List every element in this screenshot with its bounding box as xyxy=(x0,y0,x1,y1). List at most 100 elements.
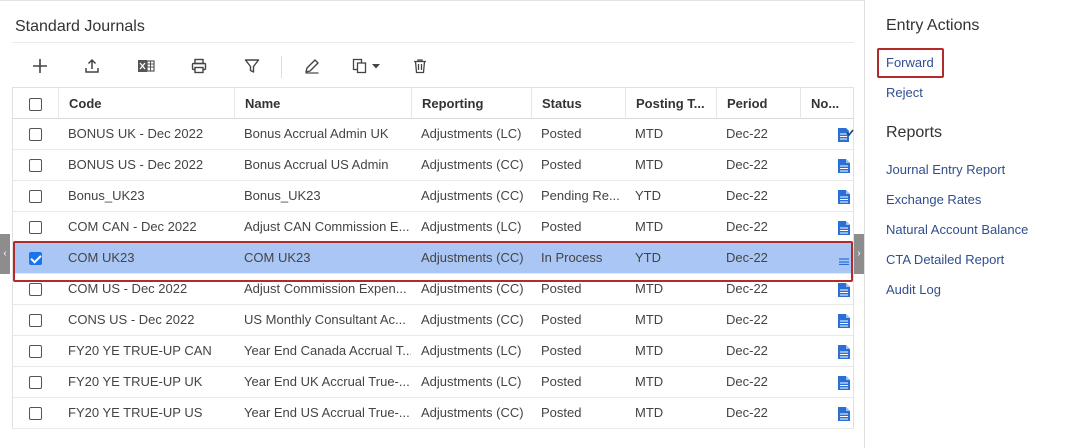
table-row[interactable]: FY20 YE TRUE-UP US Year End US Accrual T… xyxy=(13,398,853,429)
export-excel-button[interactable] xyxy=(130,50,162,82)
cta-detailed-report-link[interactable]: CTA Detailed Report xyxy=(886,252,1004,267)
table-row[interactable]: COM US - Dec 2022 Adjust Commission Expe… xyxy=(13,274,853,305)
note-icon[interactable] xyxy=(838,345,850,359)
cell-posting-type: MTD xyxy=(635,374,664,389)
cell-reporting: Adjustments (CC) xyxy=(421,188,524,203)
chevron-down-icon xyxy=(371,64,380,69)
cell-period: Dec-22 xyxy=(726,157,768,172)
row-checkbox[interactable] xyxy=(29,376,42,389)
delete-button[interactable] xyxy=(404,50,436,82)
journal-entry-report-link[interactable]: Journal Entry Report xyxy=(886,162,1005,177)
natural-account-balance-link[interactable]: Natural Account Balance xyxy=(886,222,1028,237)
cell-status: Posted xyxy=(541,374,582,389)
cell-reporting: Adjustments (CC) xyxy=(421,281,524,296)
toolbar xyxy=(12,50,854,84)
cell-status: Posted xyxy=(541,343,582,358)
cell-reporting: Adjustments (LC) xyxy=(421,374,522,389)
copy-dropdown-button[interactable] xyxy=(346,50,386,82)
table-row[interactable]: Bonus_UK23 Bonus_UK23 Adjustments (CC) P… xyxy=(13,181,853,212)
upload-button[interactable] xyxy=(76,50,108,82)
filter-icon xyxy=(244,59,260,73)
chevron-left-icon: ‹ xyxy=(3,248,7,259)
table-row[interactable]: COM CAN - Dec 2022 Adjust CAN Commission… xyxy=(13,212,853,243)
cell-code: COM CAN - Dec 2022 xyxy=(68,219,197,234)
row-checkbox[interactable] xyxy=(29,345,42,358)
journals-grid: Code Name Reporting Status Posting T... … xyxy=(12,87,854,429)
table-row[interactable]: FY20 YE TRUE-UP CAN Year End Canada Accr… xyxy=(13,336,853,367)
cell-posting-type: MTD xyxy=(635,157,664,172)
row-checkbox[interactable] xyxy=(29,128,42,141)
column-header-code[interactable]: Code xyxy=(58,88,234,119)
copy-icon xyxy=(352,58,366,74)
cell-name: Bonus Accrual Admin UK xyxy=(244,126,389,141)
cell-posting-type: MTD xyxy=(635,312,664,327)
note-icon[interactable] xyxy=(838,190,850,204)
row-checkbox[interactable] xyxy=(29,314,42,327)
row-checkbox[interactable] xyxy=(29,252,42,265)
note-icon[interactable] xyxy=(838,159,850,173)
cell-reporting: Adjustments (CC) xyxy=(421,250,524,265)
column-header-posting-type[interactable]: Posting T... xyxy=(625,88,716,119)
filter-button[interactable] xyxy=(236,50,268,82)
column-header-reporting[interactable]: Reporting xyxy=(411,88,531,119)
add-button[interactable] xyxy=(24,50,56,82)
row-checkbox[interactable] xyxy=(29,221,42,234)
row-checkbox[interactable] xyxy=(29,159,42,172)
entry-actions-heading: Entry Actions xyxy=(886,17,980,34)
cell-status: Posted xyxy=(541,219,582,234)
note-icon[interactable] xyxy=(838,314,850,328)
cell-period: Dec-22 xyxy=(726,312,768,327)
cell-period: Dec-22 xyxy=(726,126,768,141)
audit-log-link[interactable]: Audit Log xyxy=(886,282,941,297)
table-row-selected[interactable]: COM UK23 COM UK23 Adjustments (CC) In Pr… xyxy=(13,243,853,274)
select-all-checkbox[interactable] xyxy=(29,98,42,111)
exchange-rates-link[interactable]: Exchange Rates xyxy=(886,192,981,207)
edit-button[interactable] xyxy=(296,50,328,82)
cell-period: Dec-22 xyxy=(726,219,768,234)
note-icon[interactable] xyxy=(838,407,850,421)
note-check-icon[interactable] xyxy=(838,128,854,142)
note-icon[interactable] xyxy=(838,376,850,390)
cell-posting-type: MTD xyxy=(635,343,664,358)
cell-reporting: Adjustments (CC) xyxy=(421,405,524,420)
row-checkbox[interactable] xyxy=(29,407,42,420)
note-icon[interactable] xyxy=(838,283,850,297)
cell-posting-type: MTD xyxy=(635,281,664,296)
reports-heading: Reports xyxy=(886,124,943,141)
toolbar-separator xyxy=(281,56,282,78)
cell-name: Year End UK Accrual True-... xyxy=(244,374,410,389)
cell-posting-type: MTD xyxy=(635,126,664,141)
grid-header: Code Name Reporting Status Posting T... … xyxy=(13,87,853,119)
table-row[interactable]: FY20 YE TRUE-UP UK Year End UK Accrual T… xyxy=(13,367,853,398)
row-checkbox[interactable] xyxy=(29,283,42,296)
table-row[interactable]: CONS US - Dec 2022 US Monthly Consultant… xyxy=(13,305,853,336)
cell-period: Dec-22 xyxy=(726,343,768,358)
table-row[interactable]: BONUS US - Dec 2022 Bonus Accrual US Adm… xyxy=(13,150,853,181)
edit-icon xyxy=(305,59,319,74)
cell-name: Year End Canada Accrual T... xyxy=(244,343,411,358)
collapse-left-handle[interactable]: ‹ xyxy=(0,234,10,274)
reject-link[interactable]: Reject xyxy=(886,85,923,100)
column-header-notes[interactable]: No... xyxy=(800,88,854,119)
row-checkbox[interactable] xyxy=(29,190,42,203)
cell-code: BONUS US - Dec 2022 xyxy=(68,157,204,172)
column-header-status[interactable]: Status xyxy=(531,88,625,119)
print-button[interactable] xyxy=(183,50,215,82)
note-icon[interactable] xyxy=(838,221,850,235)
forward-link[interactable]: Forward xyxy=(886,55,934,70)
trash-icon xyxy=(414,59,426,74)
app-window: Standard Journals Code Name Reporting St… xyxy=(0,0,1084,448)
cell-name: Adjust CAN Commission E... xyxy=(244,219,410,234)
actions-sidebar: Entry Actions Forward Reject Reports Jou… xyxy=(866,0,1084,448)
note-lines-icon[interactable] xyxy=(838,257,850,265)
column-header-period[interactable]: Period xyxy=(716,88,800,119)
column-header-name[interactable]: Name xyxy=(234,88,411,119)
cell-status: Pending Re... xyxy=(541,188,620,203)
cell-name: US Monthly Consultant Ac... xyxy=(244,312,406,327)
cell-status: Posted xyxy=(541,405,582,420)
collapse-right-handle[interactable]: › xyxy=(854,234,864,274)
cell-status: Posted xyxy=(541,281,582,296)
cell-reporting: Adjustments (LC) xyxy=(421,126,522,141)
table-row[interactable]: BONUS UK - Dec 2022 Bonus Accrual Admin … xyxy=(13,119,854,150)
cell-name: Adjust Commission Expen... xyxy=(244,281,407,296)
